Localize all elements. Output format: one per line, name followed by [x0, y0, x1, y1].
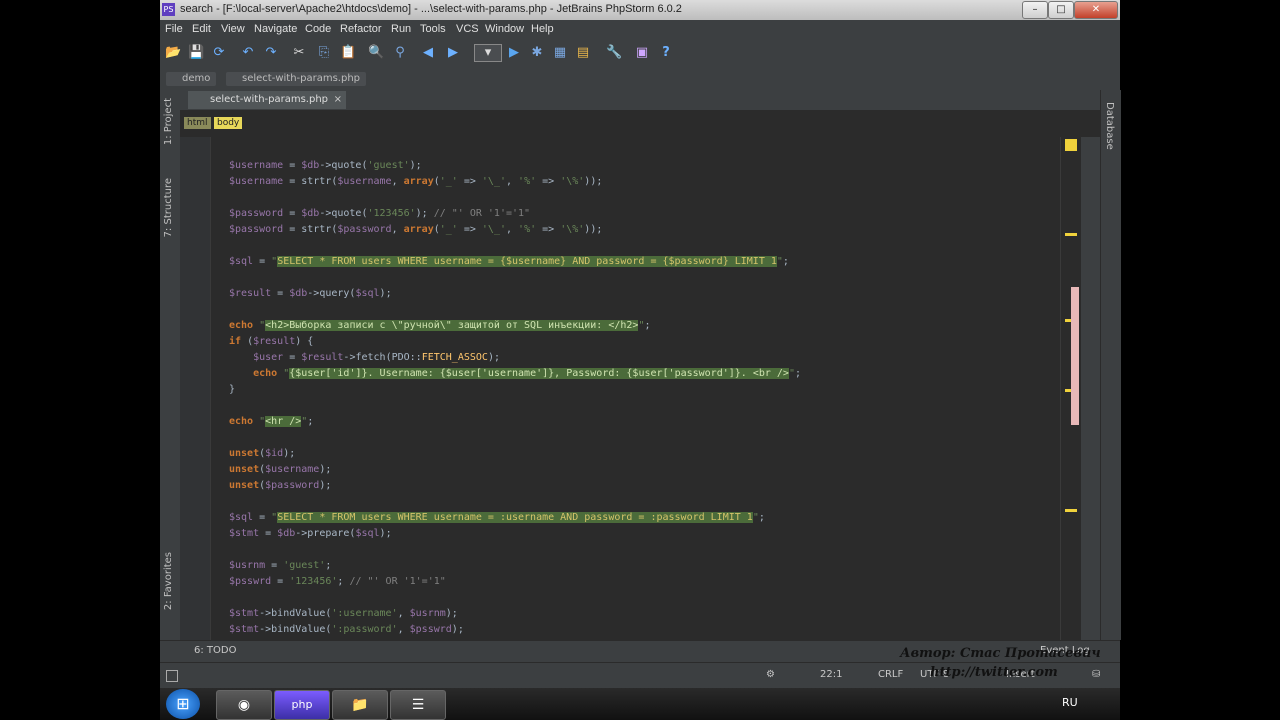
windows-taskbar: ⊞ ◉ php 📁 ☰ RU — [160, 688, 1120, 720]
cut-icon[interactable]: ✂ — [291, 45, 307, 61]
code-line[interactable]: unset($id); — [229, 447, 295, 461]
line-separator[interactable]: CRLF — [878, 669, 903, 680]
menu-run[interactable]: Run — [391, 23, 411, 35]
caret-position[interactable]: 22:1 — [820, 669, 842, 680]
code-line[interactable]: echo "<hr />"; — [229, 415, 313, 429]
notepad-taskbar-icon[interactable]: ☰ — [390, 690, 446, 720]
code-line[interactable]: $stmt->bindValue(':password', $psswrd); — [229, 623, 464, 637]
editor-scrollbar[interactable] — [1060, 137, 1081, 640]
save-icon[interactable]: 💾 — [188, 45, 204, 61]
memory-icon[interactable]: ⛁ — [1092, 669, 1100, 680]
tab-close-icon[interactable]: × — [334, 91, 342, 109]
inspection-status-icon — [1065, 139, 1077, 151]
code-line[interactable]: echo "{$user['id']}. Username: {$user['u… — [229, 367, 801, 381]
code-line[interactable]: $stmt = $db->prepare($sql); — [229, 527, 392, 541]
start-button[interactable]: ⊞ — [166, 689, 200, 719]
right-tool-strip: Database — [1100, 90, 1121, 640]
menu-help[interactable]: Help — [531, 23, 554, 35]
code-line[interactable]: $sql = "SELECT * FROM users WHERE userna… — [229, 511, 765, 525]
code-line[interactable]: $password = $db->quote('123456'); // "' … — [229, 207, 530, 221]
undo-icon[interactable]: ↶ — [240, 45, 256, 61]
menu-view[interactable]: View — [221, 23, 245, 35]
chrome-taskbar-icon[interactable]: ◉ — [216, 690, 272, 720]
settings-icon[interactable]: 🔧 — [606, 45, 622, 61]
forward-icon[interactable]: ▶ — [445, 45, 461, 61]
line-gutter — [180, 137, 211, 640]
coverage-icon[interactable]: ▦ — [552, 45, 568, 61]
menu-bar: File Edit View Navigate Code Refactor Ru… — [160, 20, 1120, 38]
terminal-icon[interactable]: ▤ — [575, 45, 591, 61]
code-editor[interactable]: $username = $db->quote('guest'); $usernam… — [180, 137, 1080, 640]
open-folder-icon[interactable]: 📂 — [165, 45, 181, 61]
structure-icon[interactable]: ▣ — [634, 45, 650, 61]
html-breadcrumbs: html body — [180, 111, 1100, 137]
code-line[interactable]: } — [229, 383, 235, 397]
ide-window: PS search - [F:\local-server\Apache2\htd… — [160, 0, 1121, 689]
status-toggle-icon[interactable] — [166, 670, 178, 682]
code-line[interactable]: if ($result) { — [229, 335, 313, 349]
help-icon[interactable]: ? — [658, 45, 674, 61]
back-icon[interactable]: ◀ — [420, 45, 436, 61]
copy-icon[interactable]: ⎘ — [316, 45, 332, 61]
todo-tool-button[interactable]: 6: TODO — [194, 645, 236, 656]
code-line[interactable]: unset($username); — [229, 463, 331, 477]
close-button[interactable]: ✕ — [1074, 1, 1118, 19]
title-bar: PS search - [F:\local-server\Apache2\htd… — [160, 0, 1120, 20]
menu-refactor[interactable]: Refactor — [340, 23, 382, 35]
code-line[interactable]: $stmt->bindValue(':username', $usrnm); — [229, 607, 458, 621]
tool-project[interactable]: 1: Project — [163, 98, 174, 145]
nav-crumb-file[interactable]: select-with-params.php — [226, 72, 367, 86]
code-line[interactable]: $usrnm = 'guest'; — [229, 559, 331, 573]
code-line[interactable]: $username = strtr($username, array('_' =… — [229, 175, 602, 189]
warning-marker[interactable] — [1065, 509, 1077, 512]
code-line[interactable]: $sql = "SELECT * FROM users WHERE userna… — [229, 255, 789, 269]
tab-label: select-with-params.php — [210, 94, 329, 105]
menu-tools[interactable]: Tools — [420, 23, 446, 35]
tag-html[interactable]: html — [184, 117, 211, 129]
sync-icon[interactable]: ⟳ — [211, 45, 227, 61]
gear-icon[interactable]: ⚙ — [766, 669, 775, 680]
run-config-dropdown[interactable]: ▾ — [474, 44, 502, 62]
run-icon[interactable]: ▶ — [506, 45, 522, 61]
twitter-watermark: http://twitter.com — [930, 665, 1058, 680]
menu-code[interactable]: Code — [305, 23, 331, 35]
replace-icon[interactable]: ⚲ — [392, 45, 408, 61]
tool-database[interactable]: Database — [1104, 102, 1115, 150]
code-line[interactable]: echo "<h2>Выборка записи с \"ручной\" за… — [229, 319, 651, 333]
phpstorm-taskbar-icon[interactable]: php — [274, 690, 330, 720]
phpstorm-app-icon: PS — [162, 3, 175, 16]
find-icon[interactable]: 🔍 — [368, 45, 384, 61]
editor-tab-bar: select-with-params.php × — [180, 90, 1100, 111]
explorer-taskbar-icon[interactable]: 📁 — [332, 690, 388, 720]
tool-favorites[interactable]: 2: Favorites — [163, 552, 174, 610]
code-line[interactable]: $username = $db->quote('guest'); — [229, 159, 422, 173]
tab-select-with-params[interactable]: select-with-params.php × — [188, 91, 347, 109]
author-watermark: Автор: Стас Протасевич — [900, 646, 1101, 661]
code-line[interactable]: $user = $result->fetch(PDO::FETCH_ASSOC)… — [229, 351, 500, 365]
menu-vcs[interactable]: VCS — [456, 23, 479, 35]
redo-icon[interactable]: ↷ — [263, 45, 279, 61]
main-toolbar: 📂 💾 ⟳ ↶ ↷ ✂ ⎘ 📋 🔍 ⚲ ◀ ▶ ▾ ▶ ✱ ▦ ▤ 🔧 ▣ ? — [160, 38, 1120, 69]
nav-crumb-demo[interactable]: demo — [166, 72, 217, 86]
window-title: search - [F:\local-server\Apache2\htdocs… — [180, 3, 682, 15]
menu-edit[interactable]: Edit — [192, 23, 211, 35]
paste-icon[interactable]: 📋 — [340, 45, 356, 61]
minimize-button[interactable]: – — [1022, 1, 1048, 19]
tag-body[interactable]: body — [214, 117, 243, 129]
code-line[interactable]: unset($password); — [229, 479, 331, 493]
tool-structure[interactable]: 7: Structure — [163, 178, 174, 237]
navigation-bar: demo select-with-params.php — [160, 68, 1120, 91]
code-line[interactable]: $result = $db->query($sql); — [229, 287, 392, 301]
code-line[interactable]: $password = strtr($password, array('_' =… — [229, 223, 602, 237]
menu-file[interactable]: File — [165, 23, 183, 35]
menu-navigate[interactable]: Navigate — [254, 23, 297, 35]
left-tool-strip: 1: Project 7: Structure 2: Favorites — [160, 90, 181, 640]
code-line[interactable]: $psswrd = '123456'; // "' OR '1'='1" — [229, 575, 446, 589]
scroll-thumb[interactable] — [1071, 287, 1079, 425]
debug-icon[interactable]: ✱ — [529, 45, 545, 61]
language-indicator[interactable]: RU — [1062, 696, 1078, 709]
warning-marker[interactable] — [1065, 233, 1077, 236]
menu-window[interactable]: Window — [485, 23, 524, 35]
maximize-button[interactable]: □ — [1048, 1, 1074, 19]
